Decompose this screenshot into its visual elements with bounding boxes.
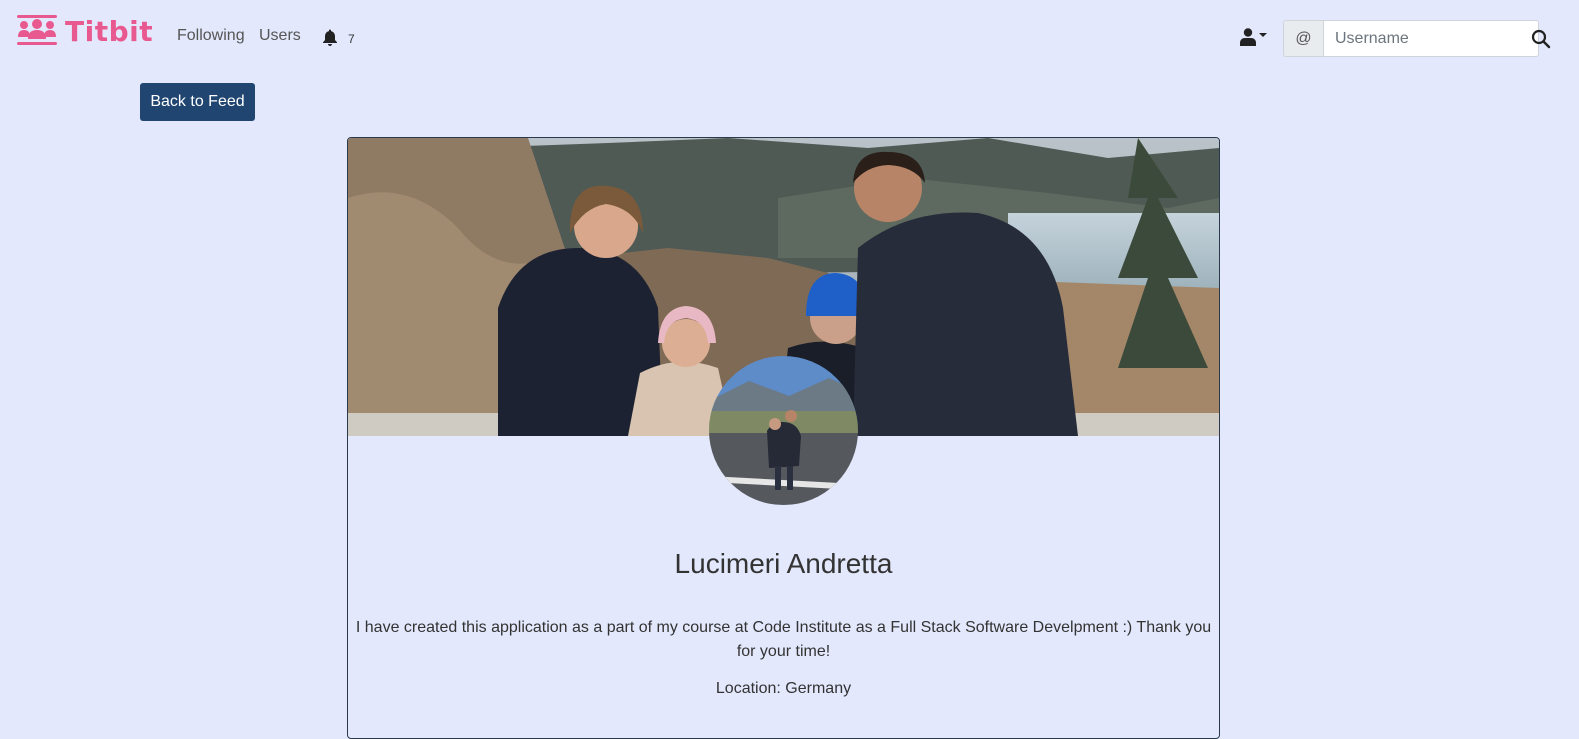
search-icon[interactable] [1531,29,1551,49]
username-search-input[interactable] [1323,20,1539,57]
users-group-icon [17,15,57,45]
top-navbar: Titbit Following Users 7 @ [0,0,1579,76]
nav-users-link[interactable]: Users [259,27,301,45]
profile-bio: I have created this application as a par… [355,619,1212,660]
back-to-feed-button[interactable]: Back to Feed [140,83,255,121]
profile-location: Location: Germany [715,680,852,697]
bell-icon [323,29,337,46]
at-sign-addon: @ [1283,20,1323,57]
nav-following-link[interactable]: Following [177,27,245,45]
profile-card: Lucimeri Andretta I have created this ap… [347,137,1220,739]
notification-count: 7 [348,32,355,46]
user-menu-dropdown[interactable] [1240,28,1267,46]
user-icon [1240,28,1256,46]
profile-name: Lucimeri Andretta [674,548,893,579]
chevron-down-icon [1259,33,1267,37]
brand-link[interactable]: Titbit [17,14,153,48]
brand-name: Titbit [65,14,154,48]
avatar-photo [709,356,858,505]
profile-avatar [709,356,858,505]
username-search-group: @ [1283,20,1539,57]
notifications-button[interactable]: 7 [322,28,355,46]
